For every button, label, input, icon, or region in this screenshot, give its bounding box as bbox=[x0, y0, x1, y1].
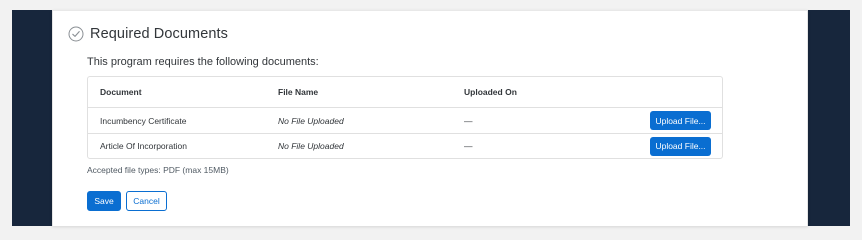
accepted-file-types-note: Accepted file types: PDF (max 15MB) bbox=[87, 165, 229, 175]
upload-file-button[interactable]: Upload File... bbox=[650, 136, 711, 156]
file-name-cell: No File Uploaded bbox=[278, 115, 344, 126]
save-button[interactable]: Save bbox=[87, 191, 121, 211]
section-title: Required Documents bbox=[90, 26, 229, 42]
circle-check-icon bbox=[68, 26, 84, 42]
required-documents-panel: Required Documents This program requires… bbox=[52, 10, 808, 226]
right-sidebar bbox=[808, 10, 850, 226]
document-name-cell: Incumbency Certificate bbox=[100, 115, 187, 126]
action-cell: Upload File... bbox=[650, 111, 711, 130]
uploaded-on-cell: — bbox=[464, 141, 473, 151]
app-frame: Required Documents This program requires… bbox=[0, 0, 862, 240]
table-row: Incumbency Certificate No File Uploaded … bbox=[88, 108, 722, 133]
document-name-cell: Article Of Incorporation bbox=[100, 141, 187, 151]
divider bbox=[53, 10, 807, 11]
table-header-row: Document File Name Uploaded On bbox=[88, 77, 722, 108]
left-sidebar bbox=[12, 10, 52, 226]
form-actions: Save Cancel bbox=[87, 191, 167, 211]
documents-table: Document File Name Uploaded On Incumbenc… bbox=[87, 76, 723, 159]
table-row: Article Of Incorporation No File Uploade… bbox=[88, 133, 722, 158]
file-name-cell: No File Uploaded bbox=[278, 141, 344, 151]
column-header-uploaded-on: Uploaded On bbox=[464, 87, 517, 97]
upload-file-button[interactable]: Upload File... bbox=[650, 111, 711, 130]
section-intro: This program requires the following docu… bbox=[87, 56, 319, 68]
cancel-button[interactable]: Cancel bbox=[126, 191, 167, 211]
column-header-file-name: File Name bbox=[278, 87, 319, 97]
section-header: Required Documents bbox=[68, 25, 228, 43]
column-header-document: Document bbox=[100, 87, 142, 97]
uploaded-on-cell: — bbox=[464, 115, 473, 126]
action-cell: Upload File... bbox=[650, 136, 711, 156]
